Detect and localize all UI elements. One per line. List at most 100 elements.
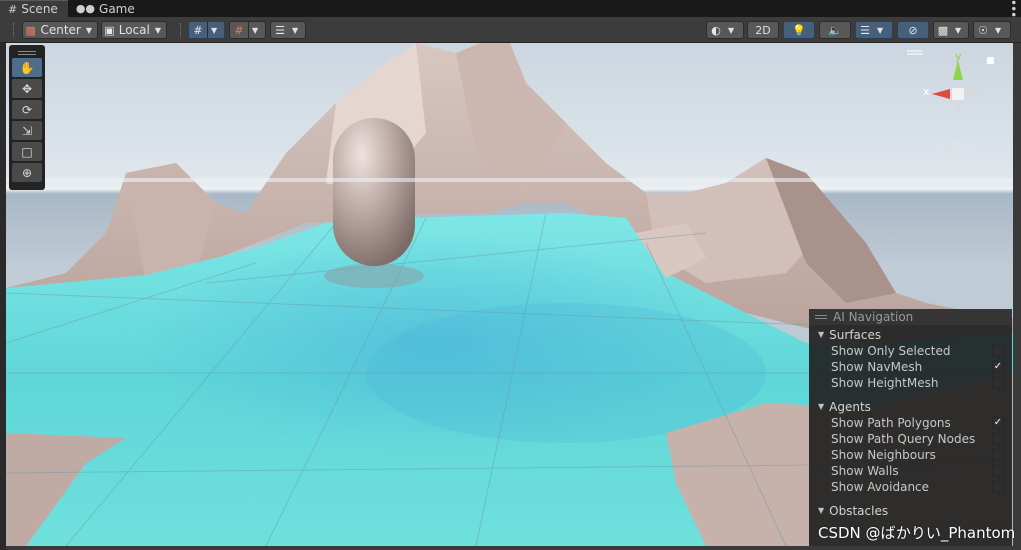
move-tool-button[interactable]: ✥ xyxy=(12,79,42,98)
section-agents[interactable]: ▼ Agents xyxy=(809,398,1012,415)
section-obstacles-label: Obstacles xyxy=(829,503,889,518)
pivot-rotation-dropdown[interactable]: ▣ Local ▼ xyxy=(101,21,167,39)
option-label: Show Path Query Nodes xyxy=(831,432,976,446)
rotate-tool-button[interactable]: ⟳ xyxy=(12,100,42,119)
transform-tool-button[interactable]: ⊕ xyxy=(12,163,42,182)
gamepad-icon: ●● xyxy=(75,2,96,15)
watermark: CSDN @ばかりい_Phantom xyxy=(818,524,1016,542)
show-navmesh-checkbox[interactable]: ✓ xyxy=(992,361,1004,373)
lighting-toggle[interactable]: 💡 xyxy=(783,21,815,39)
rotate-icon: ⟳ xyxy=(21,102,33,117)
pivot-rotation-label: Local xyxy=(118,23,150,37)
draw-mode-dropdown[interactable]: ◐ ▼ xyxy=(706,21,744,39)
scene-toolbar: ▩ Center ▼ ▣ Local ▼ # ▼ # ▼ ☰ ▼ ◐ ▼ 2D … xyxy=(0,17,1021,43)
rect-tool-button[interactable]: □ xyxy=(12,142,42,161)
option-show-walls: Show Walls xyxy=(809,463,1012,479)
section-surfaces[interactable]: ▼ Surfaces xyxy=(809,326,1012,343)
tab-scene[interactable]: # Scene xyxy=(0,0,68,17)
pivot-mode-dropdown[interactable]: ▩ Center ▼ xyxy=(22,21,98,39)
chevron-down-icon: ▼ xyxy=(211,25,218,35)
tools-overlay: ✋ ✥ ⟳ ⇲ □ ⊕ xyxy=(9,45,45,190)
camera-icon: ▩ xyxy=(937,23,949,37)
triangle-down-icon: ▼ xyxy=(818,402,825,411)
scene-visibility-toggle[interactable]: ⊘ xyxy=(897,21,929,39)
hand-tool-button[interactable]: ✋ xyxy=(12,58,42,77)
option-show-path-polygons: Show Path Polygons ✓ xyxy=(809,415,1012,431)
chevron-down-icon: ▼ xyxy=(877,25,884,35)
chevron-down-icon: ▼ xyxy=(995,25,1002,35)
section-agents-label: Agents xyxy=(829,399,871,414)
right-border xyxy=(1013,43,1021,550)
tab-scene-label: Scene xyxy=(21,2,58,16)
projection-label[interactable]: < Persp xyxy=(935,139,978,152)
chevron-down-icon: ▼ xyxy=(154,25,161,35)
option-show-path-query-nodes: Show Path Query Nodes xyxy=(809,431,1012,447)
audio-toggle[interactable]: 🔈 xyxy=(819,21,851,39)
option-show-avoidance: Show Avoidance xyxy=(809,479,1012,495)
view-2d-toggle[interactable]: 2D xyxy=(747,21,779,39)
rect-transform-icon: □ xyxy=(21,144,33,159)
lock-icon[interactable]: ■ xyxy=(986,56,995,66)
show-heightmesh-checkbox[interactable] xyxy=(992,377,1004,389)
hash-icon: # xyxy=(8,2,18,16)
camera-dropdown[interactable]: ▩ ▼ xyxy=(933,21,969,39)
toolbar-grip[interactable] xyxy=(13,23,15,37)
triangle-down-icon: ▼ xyxy=(818,506,825,515)
ai-navigation-title: AI Navigation xyxy=(833,310,914,324)
scale-tool-button[interactable]: ⇲ xyxy=(12,121,42,140)
view-2d-label: 2D xyxy=(755,23,771,37)
cube-icon: ▣ xyxy=(104,23,115,37)
effects-dropdown[interactable]: ☰ ▼ xyxy=(855,21,893,39)
align-tools-button[interactable]: ☰ ▼ xyxy=(270,21,306,39)
option-label: Show HeightMesh xyxy=(831,376,939,390)
chevron-down-icon: ▼ xyxy=(252,25,259,35)
speaker-muted-icon: 🔈 xyxy=(828,23,842,37)
hand-icon: ✋ xyxy=(19,60,35,75)
pivot-center-icon: ▩ xyxy=(25,23,36,37)
snap-grid-icon: # xyxy=(234,23,244,37)
show-only-selected-checkbox[interactable] xyxy=(992,345,1004,357)
gizmos-dropdown[interactable]: ☉ ▼ xyxy=(973,21,1011,39)
projection-text: Persp xyxy=(947,139,978,152)
toolbar-grip[interactable] xyxy=(180,23,182,37)
incremental-snap-toggle[interactable]: # ▼ xyxy=(229,21,266,39)
tools-overlay-handle[interactable] xyxy=(12,47,42,58)
chevron-down-icon: ▼ xyxy=(728,25,735,35)
shading-sphere-icon: ◐ xyxy=(711,23,721,37)
pivot-mode-label: Center xyxy=(40,23,81,37)
show-path-query-nodes-checkbox[interactable] xyxy=(992,433,1004,445)
gizmo-y-label: y xyxy=(955,50,962,63)
option-label: Show Walls xyxy=(831,464,899,478)
tab-game[interactable]: ●● Game xyxy=(68,0,145,17)
triangle-down-icon: ▼ xyxy=(818,330,825,339)
globe-icon: ☉ xyxy=(978,23,988,37)
kebab-menu-icon[interactable]: ••• xyxy=(1005,0,1021,18)
chevron-down-icon: ▼ xyxy=(85,25,92,35)
option-label: Show Neighbours xyxy=(831,448,936,462)
bottom-border xyxy=(6,546,1013,550)
scale-icon: ⇲ xyxy=(21,123,33,138)
chevron-down-icon: ▼ xyxy=(955,25,962,35)
align-icon: ☰ xyxy=(275,23,285,37)
move-arrows-icon: ✥ xyxy=(21,81,33,96)
checkmark-icon: ✓ xyxy=(993,361,1003,372)
show-path-polygons-checkbox[interactable]: ✓ xyxy=(992,417,1004,429)
ai-navigation-overlay: AI Navigation ▼ Surfaces Show Only Selec… xyxy=(809,309,1012,546)
show-avoidance-checkbox[interactable] xyxy=(992,481,1004,493)
grid-snap-toggle[interactable]: # ▼ xyxy=(188,21,225,39)
option-label: Show Avoidance xyxy=(831,480,930,494)
grid-axis-icon: # xyxy=(193,23,203,37)
option-show-heightmesh: Show HeightMesh xyxy=(809,375,1012,391)
transform-icon: ⊕ xyxy=(21,165,33,180)
chevron-left-icon: < xyxy=(935,139,948,152)
checkmark-icon: ✓ xyxy=(993,417,1003,428)
section-surfaces-label: Surfaces xyxy=(829,327,882,342)
option-label: Show Only Selected xyxy=(831,344,951,358)
show-neighbours-checkbox[interactable] xyxy=(992,449,1004,461)
ai-navigation-title-bar[interactable]: AI Navigation xyxy=(809,309,1012,325)
section-obstacles[interactable]: ▼ Obstacles xyxy=(809,502,1012,519)
chevron-down-icon: ▼ xyxy=(292,25,299,35)
drag-handle-icon xyxy=(815,315,827,319)
lightbulb-icon: 💡 xyxy=(792,23,806,37)
show-walls-checkbox[interactable] xyxy=(992,465,1004,477)
